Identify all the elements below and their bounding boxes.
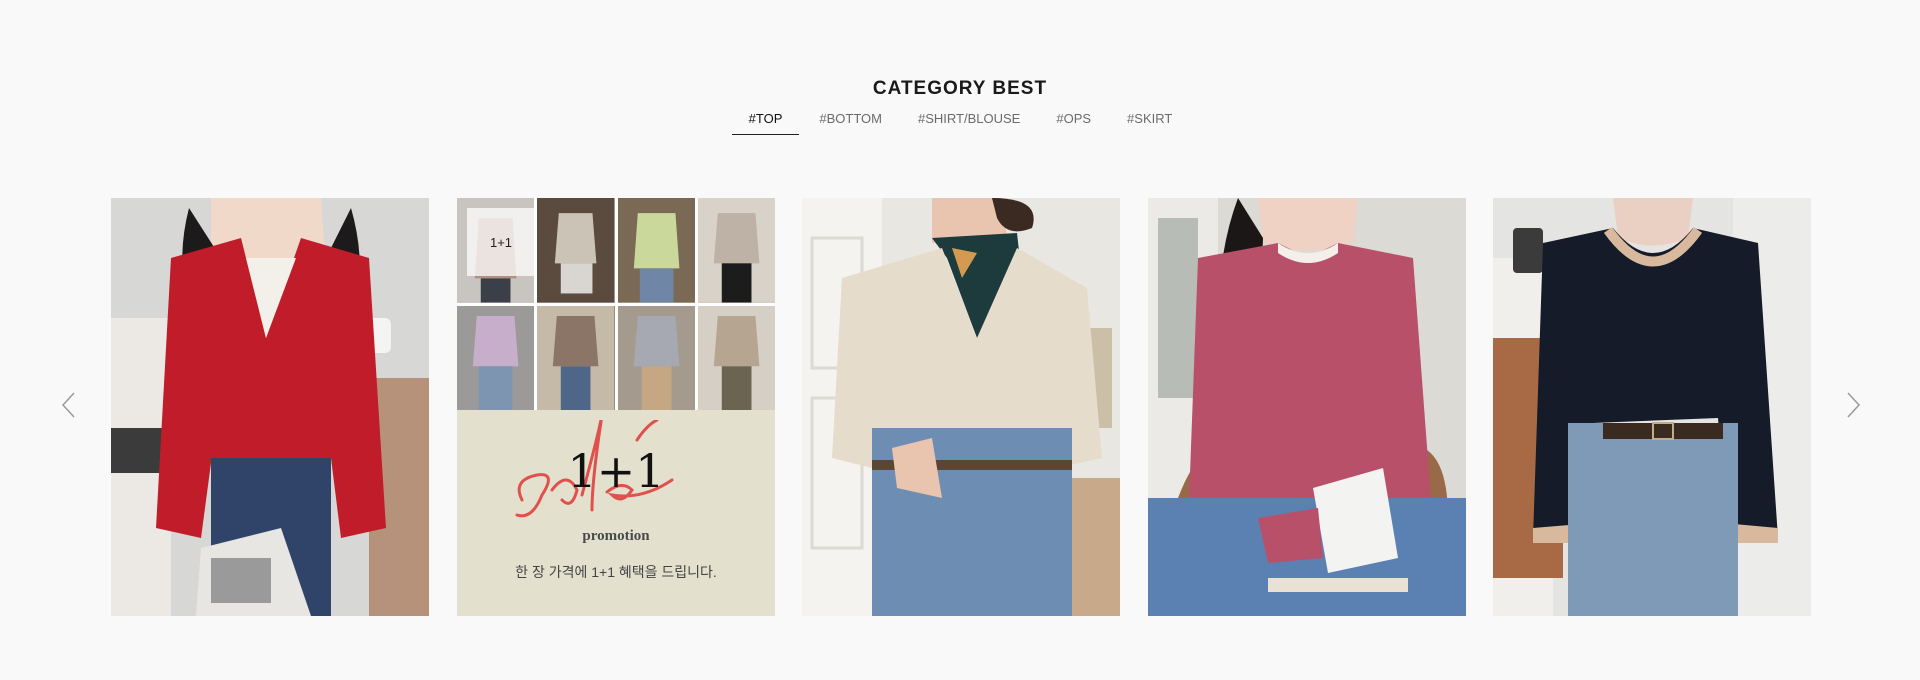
tab-skirt[interactable]: #SKIRT: [1111, 109, 1188, 135]
product-image: [1148, 198, 1466, 616]
product-card-promotion[interactable]: 1+1 1+1 promotion 한 장 가격에 1+1 혜택을 드립니다.: [457, 198, 775, 616]
tab-bottom[interactable]: #BOTTOM: [803, 109, 898, 135]
chevron-left-icon: [61, 392, 75, 418]
tab-ops[interactable]: #OPS: [1040, 109, 1107, 135]
sale-number: 1+1: [567, 444, 665, 498]
promo-label: promotion: [582, 528, 650, 544]
carousel-next-button[interactable]: [1840, 390, 1864, 420]
tab-shirt-blouse[interactable]: #SHIRT/BLOUSE: [902, 109, 1036, 135]
product-card-red-cardigan[interactable]: [111, 198, 429, 616]
carousel-prev-button[interactable]: [58, 390, 82, 420]
product-card-pink-cardigan[interactable]: [1148, 198, 1466, 616]
promo-description: 한 장 가격에 1+1 혜택을 드립니다.: [515, 564, 717, 580]
category-tabs: #TOP #BOTTOM #SHIRT/BLOUSE #OPS #SKIRT: [0, 109, 1920, 135]
product-image: [111, 198, 429, 616]
product-card-navy-knit[interactable]: [1493, 198, 1811, 616]
promo-badge: 1+1: [467, 208, 535, 276]
promo-collage-grid: 1+1: [457, 198, 775, 410]
product-image: [1493, 198, 1811, 616]
chevron-right-icon: [1847, 392, 1861, 418]
promo-panel: 1+1 promotion 한 장 가격에 1+1 혜택을 드립니다.: [457, 410, 775, 616]
product-card-beige-blouse[interactable]: [802, 198, 1120, 616]
product-image: [802, 198, 1120, 616]
tab-top[interactable]: #TOP: [731, 109, 800, 135]
section-title: CATEGORY BEST: [872, 78, 1048, 99]
